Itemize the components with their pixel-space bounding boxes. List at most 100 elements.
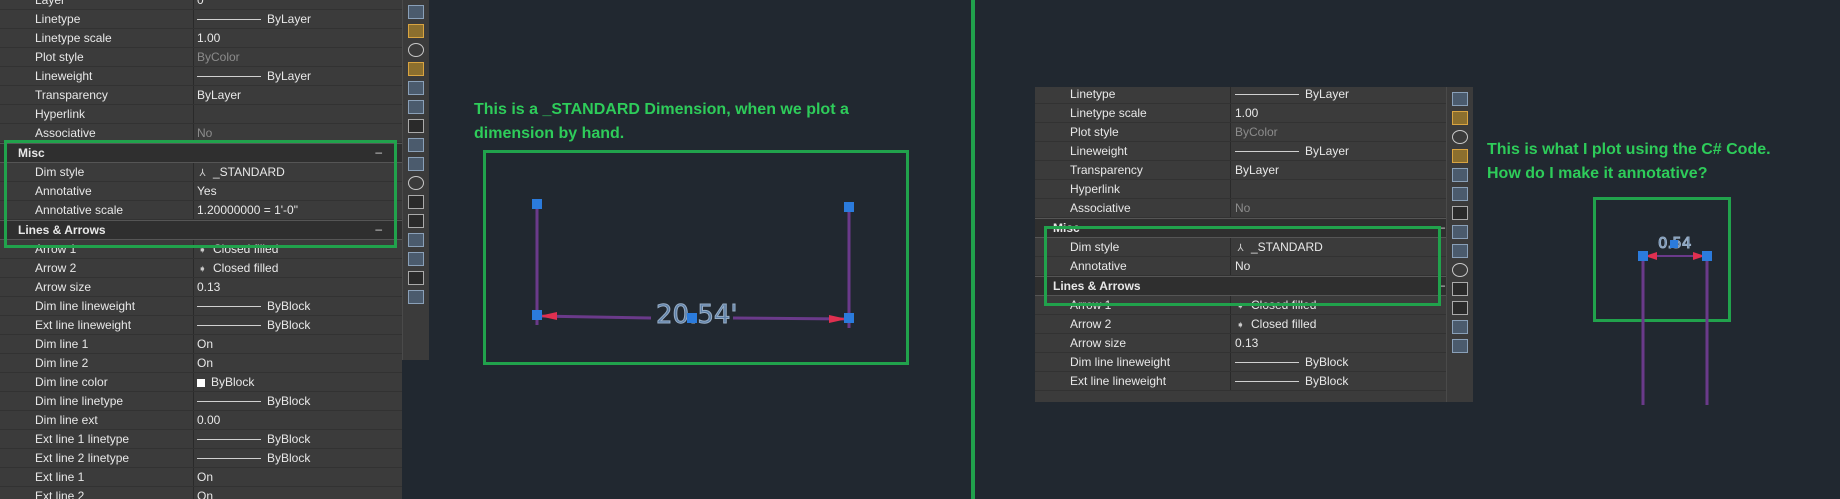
property-value[interactable]: ByLayer [1235, 87, 1349, 104]
property-row-plot-style[interactable]: Plot style ByColor [1035, 123, 1465, 142]
edit-icon[interactable] [408, 290, 424, 304]
eraser-icon[interactable] [408, 81, 424, 95]
property-row-transparency[interactable]: Transparency ByLayer [0, 86, 402, 105]
quick-select-icon[interactable] [1452, 130, 1468, 144]
grip-dim-left[interactable] [532, 310, 542, 320]
property-row-hyperlink[interactable]: Hyperlink [0, 105, 402, 124]
property-value[interactable]: ByColor [1235, 123, 1278, 142]
property-row-arrow-size[interactable]: Arrow size 0.13 [0, 278, 402, 297]
property-value[interactable]: 0.00 [197, 411, 220, 430]
table-icon[interactable] [1452, 225, 1468, 239]
decimal-icon[interactable] [408, 195, 424, 209]
property-value[interactable]: On [197, 335, 213, 354]
grip-ext1-top[interactable] [532, 199, 542, 209]
annotation-left-line2: dimension by hand. [474, 125, 625, 142]
toggle-pickadd-icon[interactable] [408, 5, 424, 19]
image-icon[interactable] [408, 157, 424, 171]
property-value[interactable]: 0.13 [1235, 334, 1258, 353]
property-value[interactable]: On [197, 487, 213, 499]
decimal-icon[interactable] [1452, 282, 1468, 296]
property-row-associative[interactable]: Associative No [1035, 199, 1465, 218]
property-row-transparency[interactable]: Transparency ByLayer [1035, 161, 1465, 180]
linear-dimension-icon[interactable] [408, 100, 424, 114]
property-value[interactable]: ➧ Closed filled [197, 259, 278, 279]
linear-dimension-icon[interactable] [1452, 187, 1468, 201]
property-value[interactable]: ByBlock [197, 430, 310, 449]
select-objects-icon[interactable] [1452, 111, 1468, 125]
delete-icon[interactable] [1452, 339, 1468, 353]
column-separator [1230, 180, 1231, 198]
property-value[interactable]: ByBlock [197, 316, 310, 335]
grip-dim-right[interactable] [844, 313, 854, 323]
property-row-dim-line-2[interactable]: Dim line 2 On [0, 354, 402, 373]
property-value[interactable]: ByColor [197, 48, 240, 67]
property-row-arrow-size[interactable]: Arrow size 0.13 [1035, 334, 1465, 353]
property-value[interactable]: ByLayer [197, 86, 241, 105]
spell-check-icon[interactable] [408, 233, 424, 247]
property-row-arrow-2[interactable]: Arrow 2 ➧ Closed filled [1035, 315, 1465, 334]
property-value[interactable]: 0.13 [197, 278, 220, 297]
property-row-ext-line-lineweight[interactable]: Ext line lineweight ByBlock [1035, 372, 1465, 391]
property-row-linetype-scale[interactable]: Linetype scale 1.00 [0, 29, 402, 48]
property-value[interactable]: No [1235, 199, 1250, 218]
property-row-ext-line-1[interactable]: Ext line 1 On [0, 468, 402, 487]
property-value[interactable]: 0 [197, 0, 204, 10]
spell-check-icon[interactable] [1452, 320, 1468, 334]
text-icon[interactable] [408, 119, 424, 133]
property-row-linetype-scale[interactable]: Linetype scale 1.00 [1035, 104, 1465, 123]
property-row-dim-line-lineweight[interactable]: Dim line lineweight ByBlock [1035, 353, 1465, 372]
property-row-dim-line-1[interactable]: Dim line 1 On [0, 335, 402, 354]
image-icon[interactable] [1452, 244, 1468, 258]
property-value[interactable]: ByBlock [1235, 372, 1348, 391]
property-row-dim-line-color[interactable]: Dim line color ByBlock [0, 373, 402, 392]
property-value[interactable]: ➧ Closed filled [1235, 315, 1316, 335]
attribute-icon[interactable] [408, 176, 424, 190]
property-row-layer[interactable]: Layer 0 [0, 0, 402, 10]
table-icon[interactable] [408, 138, 424, 152]
quick-select-icon[interactable] [408, 43, 424, 57]
grip-code-left[interactable] [1638, 251, 1648, 261]
delete-icon[interactable] [408, 252, 424, 266]
grip-code-text[interactable] [1670, 240, 1678, 248]
property-value[interactable]: On [197, 468, 213, 487]
property-row-linetype[interactable]: Linetype ByLayer [1035, 87, 1465, 104]
property-value[interactable]: 1.00 [1235, 104, 1258, 123]
attribute-icon[interactable] [1452, 263, 1468, 277]
property-row-arrow-2[interactable]: Arrow 2 ➧ Closed filled [0, 259, 402, 278]
property-row-ext-line-lineweight[interactable]: Ext line lineweight ByBlock [0, 316, 402, 335]
property-value[interactable]: ByBlock [197, 392, 310, 411]
property-row-ext-line-1-linetype[interactable]: Ext line 1 linetype ByBlock [0, 430, 402, 449]
property-value[interactable]: ByLayer [1235, 161, 1279, 180]
property-value[interactable]: ByBlock [1235, 353, 1348, 372]
property-value[interactable]: ByLayer [197, 10, 311, 29]
decimal-2-icon[interactable] [1452, 301, 1468, 315]
grip-dim-text[interactable] [687, 313, 697, 323]
property-value[interactable]: ByLayer [197, 67, 311, 86]
decimal-2-icon[interactable] [408, 214, 424, 228]
toggle-pickadd-icon[interactable] [1452, 92, 1468, 106]
select-objects-icon[interactable] [408, 24, 424, 38]
grip-code-right[interactable] [1702, 251, 1712, 261]
property-row-plot-style[interactable]: Plot style ByColor [0, 48, 402, 67]
property-row-dim-line-lineweight[interactable]: Dim line lineweight ByBlock [0, 297, 402, 316]
property-row-dim-line-linetype[interactable]: Dim line linetype ByBlock [0, 392, 402, 411]
eraser-icon[interactable] [1452, 168, 1468, 182]
text-icon[interactable] [1452, 206, 1468, 220]
property-value[interactable]: ByLayer [1235, 142, 1349, 161]
dimension-icon[interactable] [408, 62, 424, 76]
property-row-ext-line-2[interactable]: Ext line 2 On [0, 487, 402, 499]
property-value[interactable]: ByBlock [197, 449, 310, 468]
property-row-lineweight[interactable]: Lineweight ByLayer [1035, 142, 1465, 161]
property-value[interactable]: 1.00 [197, 29, 220, 48]
property-value[interactable]: ByBlock [197, 297, 310, 316]
property-value[interactable]: On [197, 354, 213, 373]
dimension-icon[interactable] [1452, 149, 1468, 163]
property-value[interactable]: ByBlock [197, 373, 254, 392]
grip-ext2-top[interactable] [844, 202, 854, 212]
property-row-hyperlink[interactable]: Hyperlink [1035, 180, 1465, 199]
property-row-lineweight[interactable]: Lineweight ByLayer [0, 67, 402, 86]
property-row-dim-line-ext[interactable]: Dim line ext 0.00 [0, 411, 402, 430]
property-row-ext-line-2-linetype[interactable]: Ext line 2 linetype ByBlock [0, 449, 402, 468]
property-row-linetype[interactable]: Linetype ByLayer [0, 10, 402, 29]
text-style-icon[interactable] [408, 271, 424, 285]
